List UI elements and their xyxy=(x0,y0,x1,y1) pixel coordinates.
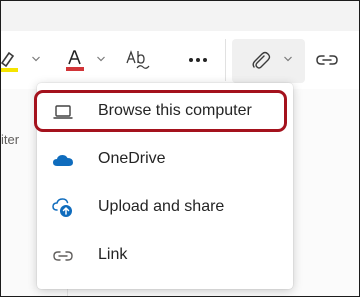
attach-icon-wrap xyxy=(245,31,275,89)
spell-check-button[interactable] xyxy=(120,31,154,89)
more-options-button[interactable] xyxy=(183,31,213,89)
menu-item-link[interactable]: Link xyxy=(37,232,293,280)
menu-item-label: Link xyxy=(98,246,128,263)
link-icon xyxy=(52,245,74,267)
cloud-upload-icon xyxy=(52,197,74,219)
document-margin: iter xyxy=(1,89,35,296)
menu-item-onedrive[interactable]: OneDrive xyxy=(37,136,293,184)
menu-item-label: Upload and share xyxy=(98,198,225,215)
formatting-toolbar xyxy=(1,31,359,89)
toolbar-divider xyxy=(225,39,226,81)
font-color-icon xyxy=(66,50,84,71)
onedrive-cloud-icon xyxy=(52,149,74,171)
insert-link-button[interactable] xyxy=(311,31,343,89)
annotation-highlight-box xyxy=(34,90,287,132)
attach-icon xyxy=(252,51,271,69)
chevron-down-icon[interactable] xyxy=(284,56,292,62)
partial-text: iter xyxy=(1,132,20,147)
menu-item-upload-and-share[interactable]: Upload and share xyxy=(37,184,293,232)
font-color-button[interactable] xyxy=(61,31,89,89)
app-window: iter Browse this computer OneDrive Uploa… xyxy=(0,0,360,297)
highlight-color-icon xyxy=(1,51,18,72)
more-icon xyxy=(189,58,207,62)
chevron-down-icon[interactable] xyxy=(97,56,105,62)
link-icon xyxy=(316,55,338,65)
title-band xyxy=(1,1,359,31)
chevron-down-icon[interactable] xyxy=(32,56,40,62)
menu-item-label: OneDrive xyxy=(98,150,166,167)
highlight-color-button[interactable] xyxy=(1,31,27,89)
spell-check-icon xyxy=(126,50,150,69)
